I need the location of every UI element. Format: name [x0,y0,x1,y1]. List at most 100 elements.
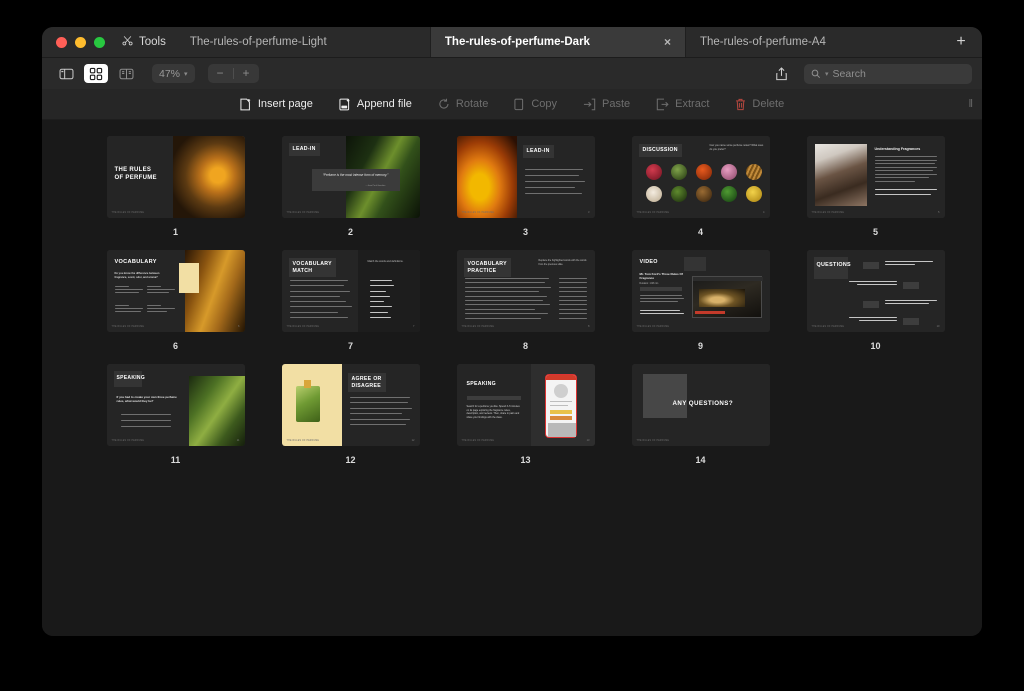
page-cell[interactable]: VOCABULARY Do you know the difference be… [88,250,263,351]
extract-button[interactable]: Extract [656,98,709,111]
page-cell[interactable]: SPEAKING Search for a perfume you like. … [438,364,613,465]
video-preview[interactable] [691,276,763,318]
close-icon[interactable]: × [664,36,671,48]
search-input[interactable]: ▾ Search [804,63,972,84]
vocab-card [146,305,175,312]
slide-1: THE RULES OF PERFUME THE RULES OF PERFUM… [106,136,245,218]
action-label: Extract [675,98,710,110]
copy-icon [514,98,524,110]
append-file-button[interactable]: Append file [339,98,412,111]
sidebar-toggle-icon[interactable] [54,64,78,83]
word-list [369,280,396,319]
slide-footer: THE RULES OF PERFUME [636,212,670,214]
video-link-chip[interactable] [639,287,682,291]
note-swatch [695,164,712,180]
slide-photo [456,136,517,218]
page-thumbnail[interactable]: VOCABULARY PRACTICE Replace the highligh… [456,250,595,332]
share-icon[interactable] [775,66,788,81]
page-cell[interactable]: Understanding Fragrances THE RULES OF PE… [788,136,963,237]
page-thumbnail[interactable]: LEAD-IN “Perfume is the most intense for… [281,136,420,218]
question-text [847,317,897,321]
close-window-button[interactable] [56,36,67,48]
slide-photo [172,136,245,218]
rotate-icon [439,98,449,109]
page-cell[interactable]: VOCABULARY MATCH Match the words and def… [263,250,438,351]
zoom-out-button[interactable]: − [208,64,233,83]
page-number: 10 [870,341,881,351]
page-number: 7 [347,341,353,351]
page-cell[interactable]: AGREE OR DISAGREE THE RULES OF PERFUME 1… [263,364,438,465]
answer-blanks [558,278,587,319]
tab-perfume-light[interactable]: The-rules-of-perfume-Light [176,27,430,57]
tools-button[interactable]: Tools [118,27,176,57]
page-cell[interactable]: LEAD-IN THE RULES OF PERFUME 3 3 [438,136,613,237]
bullet-list [874,189,937,195]
page-cell[interactable]: VIDEO Mr. Tom Ford’s Three Rules Of Frag… [613,250,788,351]
slide-page-marker: 6 [238,325,240,328]
slide-title: VOCABULARY MATCH [288,258,336,277]
tab-perfume-dark[interactable]: The-rules-of-perfume-Dark × [429,27,685,57]
tab-perfume-a4[interactable]: The-rules-of-perfume-A4 [684,27,940,57]
panel-resize-grip[interactable]: ‖ [968,98,972,110]
page-thumbnail[interactable]: THE RULES OF PERFUME THE RULES OF PERFUM… [106,136,245,218]
note-swatch [670,186,687,202]
page-thumbnail[interactable]: AGREE OR DISAGREE THE RULES OF PERFUME 1… [281,364,420,446]
page-thumbnail[interactable]: Understanding Fragrances THE RULES OF PE… [806,136,945,218]
slide-title: LEAD-IN [288,143,320,156]
page-thumbnail[interactable]: VOCABULARY Do you know the difference be… [106,250,245,332]
page-thumbnail[interactable]: SPEAKING Search for a perfume you like. … [456,364,595,446]
slide-2: LEAD-IN “Perfume is the most intense for… [281,136,420,218]
slide-8: VOCABULARY PRACTICE Replace the highligh… [456,250,595,332]
page-cell[interactable]: DISCUSSION Can you name some perfume not… [613,136,788,237]
zoom-level-dropdown[interactable]: 47% ▾ [152,64,195,83]
accent-block [642,374,687,418]
slide-title: THE RULES OF PERFUME [114,167,157,181]
video-title: Mr. Tom Ford’s Three Rules Of Fragrance [639,272,683,281]
slide-page-marker: 11 [236,439,240,442]
page-thumbnail[interactable]: VOCABULARY MATCH Match the words and def… [281,250,420,332]
slide-prompt: Do you know the difference between fragr… [114,272,160,279]
link-chip[interactable] [466,396,521,400]
page-cell[interactable]: LEAD-IN “Perfume is the most intense for… [263,136,438,237]
page-thumbnail[interactable]: VIDEO Mr. Tom Ford’s Three Rules Of Frag… [631,250,770,332]
new-tab-button[interactable]: + [940,27,982,57]
traffic-lights [42,27,118,57]
delete-button[interactable]: Delete [735,98,784,111]
page-cell[interactable]: ANY QUESTIONS? THE RULES OF PERFUME 14 [613,364,788,465]
page-cell[interactable]: VOCABULARY PRACTICE Replace the highligh… [438,250,613,351]
slide-photo [814,144,867,206]
grid-view-icon[interactable] [84,64,108,83]
page-thumbnail[interactable]: QUESTIONS THE RULES OF PERFUME 10 [806,250,945,332]
page-number: 2 [347,227,353,237]
page-cell[interactable]: QUESTIONS THE RULES OF PERFUME 10 10 [788,250,963,351]
page-number: 4 [697,227,703,237]
page-number: 3 [522,227,528,237]
tab-bar: Tools The-rules-of-perfume-Light The-rul… [42,27,982,58]
question-text [847,281,897,285]
page-cell[interactable]: SPEAKING If you had to create your own t… [88,364,263,465]
insert-page-button[interactable]: Insert page [240,98,313,111]
page-spread-icon[interactable] [114,64,138,83]
rotate-button[interactable]: Rotate [438,98,488,110]
minimize-window-button[interactable] [75,36,86,48]
note-swatch [645,186,662,202]
slide-footer: THE RULES OF PERFUME [636,326,670,328]
toolbar: 47% ▾ − + ▾ Search [42,58,982,89]
zoom-window-button[interactable] [94,36,105,48]
paste-button[interactable]: Paste [583,98,630,111]
zoom-stepper: − + [207,64,259,83]
zoom-in-button[interactable]: + [234,64,259,83]
page-thumbnail[interactable]: SPEAKING If you had to create your own t… [106,364,245,446]
note-swatch [720,164,737,180]
slide-title: DISCUSSION [638,144,682,157]
slide-footer: THE RULES OF PERFUME [286,440,320,442]
page-number: 5 [872,227,878,237]
page-thumbnail[interactable]: LEAD-IN THE RULES OF PERFUME 3 [456,136,595,218]
page-cell[interactable]: THE RULES OF PERFUME THE RULES OF PERFUM… [88,136,263,237]
note-swatch [745,186,762,202]
page-thumbnail[interactable]: ANY QUESTIONS? THE RULES OF PERFUME [631,364,770,446]
page-thumbnail[interactable]: DISCUSSION Can you name some perfume not… [631,136,770,218]
paste-icon [583,98,596,110]
copy-button[interactable]: Copy [514,98,557,111]
page-thumbnail-canvas: THE RULES OF PERFUME THE RULES OF PERFUM… [42,120,982,636]
